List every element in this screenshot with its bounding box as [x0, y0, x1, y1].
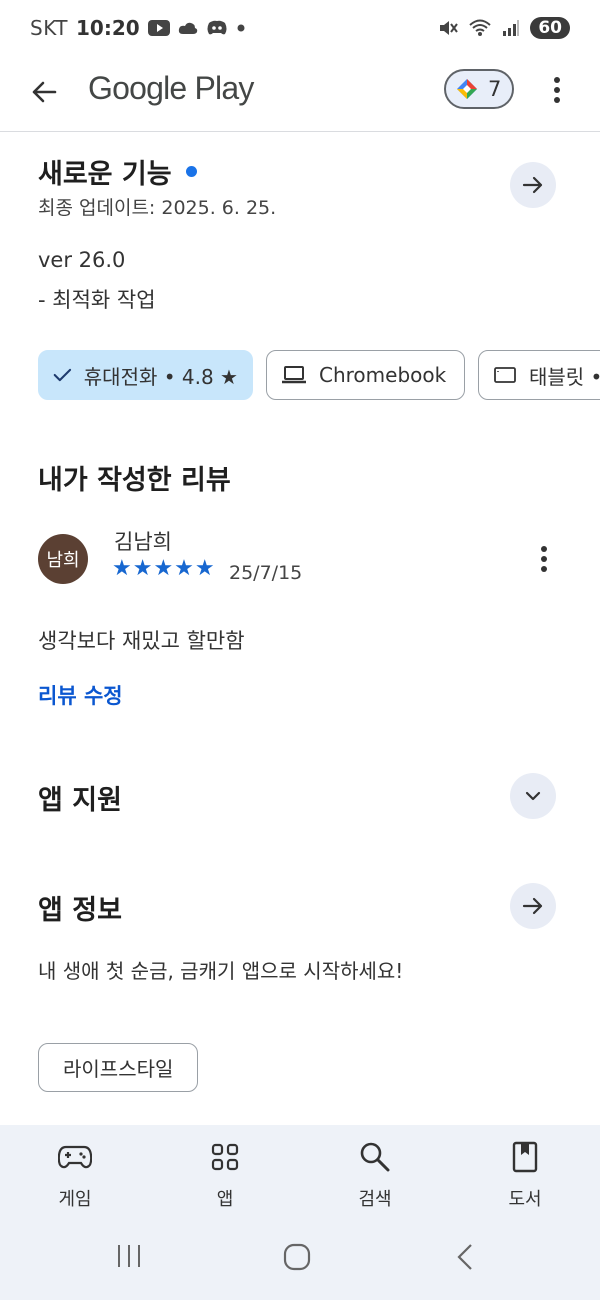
check-icon	[53, 368, 72, 382]
laptop-icon	[282, 366, 306, 384]
category-chip[interactable]: 라이프스타일	[38, 1043, 199, 1092]
clock: 10:20	[75, 16, 140, 40]
nav-search-label: 검색	[358, 1189, 392, 1210]
nav-games-label: 게임	[58, 1189, 92, 1210]
points-count: 7	[488, 77, 502, 101]
app-support-expand-button[interactable]	[510, 773, 556, 819]
whats-new-heading: 새로운 기능	[38, 152, 197, 191]
signal-icon	[502, 19, 520, 37]
reviewer-name: 김남희	[114, 530, 172, 554]
wifi-icon	[468, 18, 492, 38]
nav-games[interactable]: 게임	[0, 1125, 150, 1225]
app-info-heading: 앱 정보	[38, 895, 122, 926]
new-indicator-dot	[185, 166, 197, 177]
nav-apps-label: 앱	[216, 1189, 234, 1210]
system-navigation-bar	[0, 1225, 600, 1300]
cloud-notification-icon	[178, 21, 198, 35]
chip-phone-label: 휴대전화 • 4.8 ★	[83, 364, 238, 389]
apps-grid-icon	[211, 1141, 239, 1173]
mute-icon	[438, 18, 459, 38]
nav-books-label: 도서	[508, 1189, 542, 1210]
chip-phone[interactable]: 휴대전화 • 4.8 ★	[38, 350, 253, 400]
arrow-forward-icon	[522, 176, 543, 194]
gamepad-icon	[58, 1141, 92, 1173]
chip-chromebook-label: Chromebook	[319, 363, 447, 387]
carrier-label: SKT	[30, 16, 68, 40]
play-points-icon	[457, 79, 477, 99]
more-vert-icon	[554, 77, 560, 103]
play-points-button[interactable]: 7	[444, 69, 514, 109]
system-back-button[interactable]	[453, 1243, 477, 1271]
discord-notification-icon	[206, 20, 228, 36]
app-bar: Google Play 7	[0, 56, 600, 132]
youtube-notification-icon	[147, 20, 170, 36]
arrow-back-icon	[32, 81, 57, 103]
chevron-left-icon	[457, 1244, 472, 1270]
app-description: 내 생애 첫 순금, 금캐기 앱으로 시작하세요!	[38, 959, 404, 983]
device-chips: 휴대전화 • 4.8 ★ Chromebook 태블릿 •	[38, 350, 600, 400]
search-icon	[359, 1141, 391, 1173]
whats-new-title: 새로운 기능	[38, 159, 172, 190]
google-play-title: Google Play	[88, 70, 254, 106]
whats-new-arrow-button[interactable]	[510, 162, 556, 208]
tablet-icon	[494, 367, 516, 383]
version-text: ver 26.0	[38, 248, 126, 272]
back-button[interactable]	[22, 70, 66, 114]
chip-tablet-label: 태블릿 •	[529, 364, 600, 389]
app-support-heading: 앱 지원	[38, 785, 122, 816]
avatar: 남희	[38, 534, 88, 584]
chip-tablet[interactable]: 태블릿 •	[478, 350, 600, 400]
review-text: 생각보다 재밌고 할만함	[38, 629, 245, 653]
app-info-arrow-button[interactable]	[510, 883, 556, 929]
nav-apps[interactable]: 앱	[150, 1125, 300, 1225]
chevron-down-icon	[525, 791, 541, 801]
bottom-navigation: 게임 앱 검색 도서	[0, 1125, 600, 1225]
review-more-button[interactable]	[532, 540, 556, 578]
rating-stars: ★★★★★	[112, 556, 216, 581]
status-bar: SKT 10:20 60	[0, 0, 600, 56]
release-note: - 최적화 작업	[38, 288, 156, 312]
my-review-heading: 내가 작성한 리뷰	[38, 465, 231, 496]
review-date: 25/7/15	[229, 562, 303, 584]
last-updated: 최종 업데이트: 2025. 6. 25.	[38, 197, 277, 219]
battery-indicator: 60	[530, 17, 570, 39]
recent-apps-button[interactable]	[116, 1243, 142, 1269]
edit-review-link[interactable]: 리뷰 수정	[38, 680, 123, 710]
home-icon	[283, 1243, 311, 1271]
arrow-forward-icon	[522, 897, 543, 915]
chip-chromebook[interactable]: Chromebook	[266, 350, 465, 400]
home-button[interactable]	[283, 1243, 311, 1271]
book-icon	[512, 1141, 538, 1173]
more-notifications-dot-icon	[236, 23, 246, 33]
nav-search[interactable]: 검색	[300, 1125, 450, 1225]
more-options-button[interactable]	[540, 68, 574, 112]
recent-apps-icon	[118, 1245, 140, 1267]
more-vert-icon	[541, 546, 547, 572]
nav-books[interactable]: 도서	[450, 1125, 600, 1225]
